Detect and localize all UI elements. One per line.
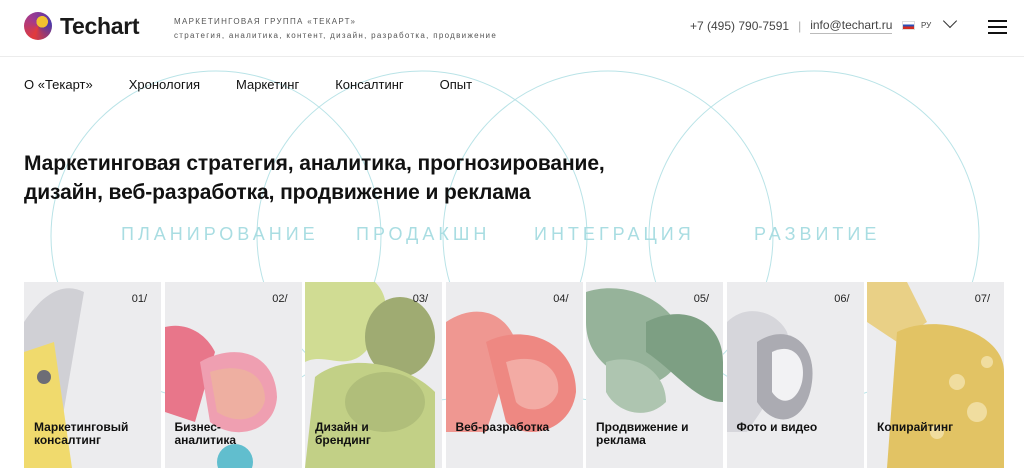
card-title: Веб-разработка (456, 421, 550, 434)
card-number: 05/ (693, 293, 709, 305)
site-header: Techart Маркетинговая группа «Текарт» ст… (0, 0, 1024, 57)
tagline-title: Маркетинговая группа «Текарт» (174, 17, 357, 26)
card-title-line-1: Фото и видео (736, 420, 818, 434)
headline-line-2: дизайн, веб-разработка, продвижение и ре… (24, 181, 531, 204)
main-nav: О «Текарт» Хронология Маркетинг Консалти… (24, 77, 508, 92)
service-cards: 01/ Маркетинговый консалтинг 02/ Бизнес-… (24, 282, 1004, 468)
card-number: 06/ (834, 293, 850, 305)
hero-headline: Маркетинговая стратегия, аналитика, прог… (24, 149, 605, 207)
card-number: 07/ (974, 293, 990, 305)
header-tagline: Маркетинговая группа «Текарт» стратегия,… (174, 15, 497, 43)
card-title: Фото и видео (737, 421, 818, 434)
card-promotion-advertising[interactable]: 05/ Продвижение и реклама (586, 282, 723, 468)
card-artwork (726, 311, 813, 432)
card-title-line-2: брендинг (315, 433, 371, 447)
nav-item-experience[interactable]: Опыт (440, 77, 472, 92)
card-title: Копирайтинг (877, 421, 953, 434)
nav-item-chronology[interactable]: Хронология (129, 77, 200, 92)
chevron-down-icon[interactable] (945, 16, 957, 28)
card-design-branding[interactable]: 03/ Дизайн и брендинг (305, 282, 442, 468)
card-photo-video[interactable]: 06/ Фото и видео (726, 282, 864, 468)
phase-development: РАЗВИТИЕ (754, 224, 881, 244)
card-marketing-consulting[interactable]: 01/ Маркетинговый консалтинг (24, 282, 161, 468)
card-title-line-1: Веб-разработка (455, 420, 550, 434)
card-copywriting[interactable]: 07/ Копирайтинг (867, 282, 1004, 468)
language-label: РУ (921, 20, 932, 30)
phase-integration: ИНТЕГРАЦИЯ (534, 224, 695, 244)
contact-separator: | (798, 19, 802, 33)
language-switcher[interactable]: РУ (902, 19, 957, 31)
headline-line-1: Маркетинговая стратегия, аналитика, прог… (24, 152, 605, 175)
hamburger-menu-icon[interactable] (988, 20, 1007, 34)
card-number: 01/ (131, 293, 147, 305)
nav-item-about[interactable]: О «Текарт» (24, 77, 93, 92)
header-contacts: +7 (495) 790-7591 | info@techart.ru (690, 18, 893, 34)
logo-text: Techart (60, 12, 140, 39)
card-web-development[interactable]: 04/ Веб-разработка (445, 282, 583, 468)
tagline-services: стратегия, аналитика, контент, дизайн, р… (174, 31, 498, 40)
russian-flag-icon (902, 20, 915, 30)
techart-logo[interactable]: Techart (24, 12, 140, 40)
card-business-analytics[interactable]: 02/ Бизнес- аналитика (164, 282, 302, 468)
card-title: Маркетинговый консалтинг (34, 421, 128, 447)
card-title: Бизнес- аналитика (175, 421, 237, 447)
card-title: Продвижение и реклама (596, 421, 689, 447)
email-link[interactable]: info@techart.ru (810, 18, 893, 34)
card-title-line-1: Копирайтинг (877, 420, 954, 434)
card-number: 02/ (272, 293, 288, 305)
card-title: Дизайн и брендинг (315, 421, 371, 447)
card-artwork (445, 311, 576, 432)
card-title-line-2: консалтинг (34, 433, 102, 447)
card-title-line-2: аналитика (174, 433, 237, 447)
phase-planning: ПЛАНИРОВАНИЕ (121, 224, 319, 244)
card-artwork (867, 282, 1004, 468)
phase-production: ПРОДАКШН (356, 224, 491, 244)
nav-item-marketing[interactable]: Маркетинг (236, 77, 299, 92)
logo-mark-icon (24, 12, 52, 40)
card-number: 03/ (412, 293, 428, 305)
phone-link[interactable]: +7 (495) 790-7591 (690, 19, 789, 33)
card-title-line-2: реклама (596, 433, 646, 447)
nav-item-consulting[interactable]: Консалтинг (335, 77, 403, 92)
card-number: 04/ (553, 293, 569, 305)
